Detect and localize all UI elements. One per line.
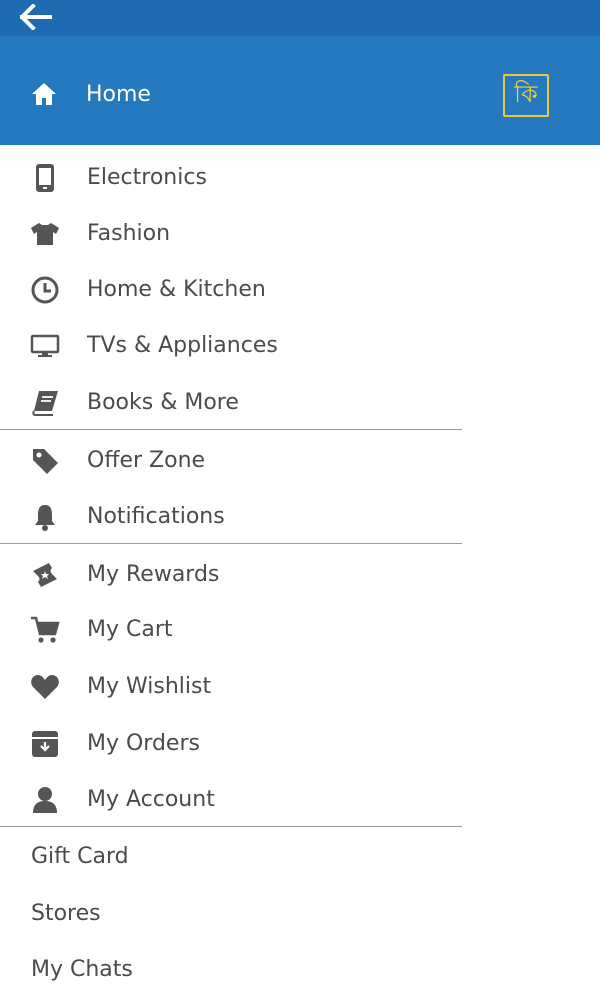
menu-item-label: My Rewards (87, 562, 220, 587)
language-glyph: কি (514, 79, 538, 108)
menu-item-my-orders[interactable]: My Orders (0, 715, 462, 771)
menu-item-label: My Chats (31, 957, 133, 982)
top-bar (0, 0, 600, 36)
bell-icon (30, 502, 60, 532)
menu-item-electronics[interactable]: Electronics (0, 149, 462, 205)
menu-item-label: Electronics (87, 165, 207, 190)
menu-item-label: My Cart (87, 617, 173, 642)
home-menu-item[interactable]: Home (0, 36, 400, 145)
menu-item-label: Notifications (87, 504, 225, 529)
menu-item-home-kitchen[interactable]: Home & Kitchen (0, 261, 462, 317)
back-arrow-icon (20, 4, 52, 30)
menu-item-label: Stores (31, 901, 101, 926)
menu-item-label: Gift Card (31, 844, 129, 869)
archive-icon (30, 729, 60, 759)
section-divider (0, 543, 462, 544)
book-icon (30, 388, 60, 418)
language-toggle-button[interactable]: কি (503, 74, 549, 117)
clock-icon (30, 275, 60, 305)
user-icon (30, 785, 60, 815)
menu-item-label: My Account (87, 787, 215, 812)
menu-item-my-wishlist[interactable]: My Wishlist (0, 658, 462, 714)
menu-item-my-cart[interactable]: My Cart (0, 601, 462, 657)
tshirt-icon (30, 219, 60, 249)
menu-item-label: My Wishlist (87, 674, 212, 699)
phone-icon (30, 163, 60, 193)
menu-item-label: Books & More (87, 390, 239, 415)
drawer-header: Home কি (0, 36, 600, 145)
back-button[interactable] (20, 2, 56, 32)
menu-item-label: TVs & Appliances (87, 333, 278, 358)
menu-item-tvs-appliances[interactable]: TVs & Appliances (0, 317, 462, 373)
menu-item-offer-zone[interactable]: Offer Zone (0, 432, 462, 488)
menu-item-label: Fashion (87, 221, 171, 246)
section-divider (0, 826, 462, 827)
tag-icon (30, 446, 60, 476)
cart-icon (30, 615, 60, 645)
menu-item-label: My Orders (87, 731, 200, 756)
menu-item-my-rewards[interactable]: My Rewards (0, 546, 462, 602)
section-divider (0, 429, 462, 430)
menu-item-fashion[interactable]: Fashion (0, 205, 462, 261)
menu-item-stores[interactable]: Stores (0, 885, 462, 941)
home-label: Home (86, 82, 151, 107)
menu-item-gift-card[interactable]: Gift Card (0, 828, 462, 884)
menu-item-books-more[interactable]: Books & More (0, 374, 462, 430)
menu-item-my-chats[interactable]: My Chats (0, 941, 462, 997)
menu-item-label: Offer Zone (87, 448, 206, 473)
home-icon (32, 83, 56, 105)
heart-icon (30, 672, 60, 702)
ticket-icon (30, 560, 60, 590)
menu-item-label: Home & Kitchen (87, 277, 266, 302)
monitor-icon (30, 331, 60, 361)
menu-item-notifications[interactable]: Notifications (0, 488, 462, 544)
menu-item-my-account[interactable]: My Account (0, 771, 462, 827)
